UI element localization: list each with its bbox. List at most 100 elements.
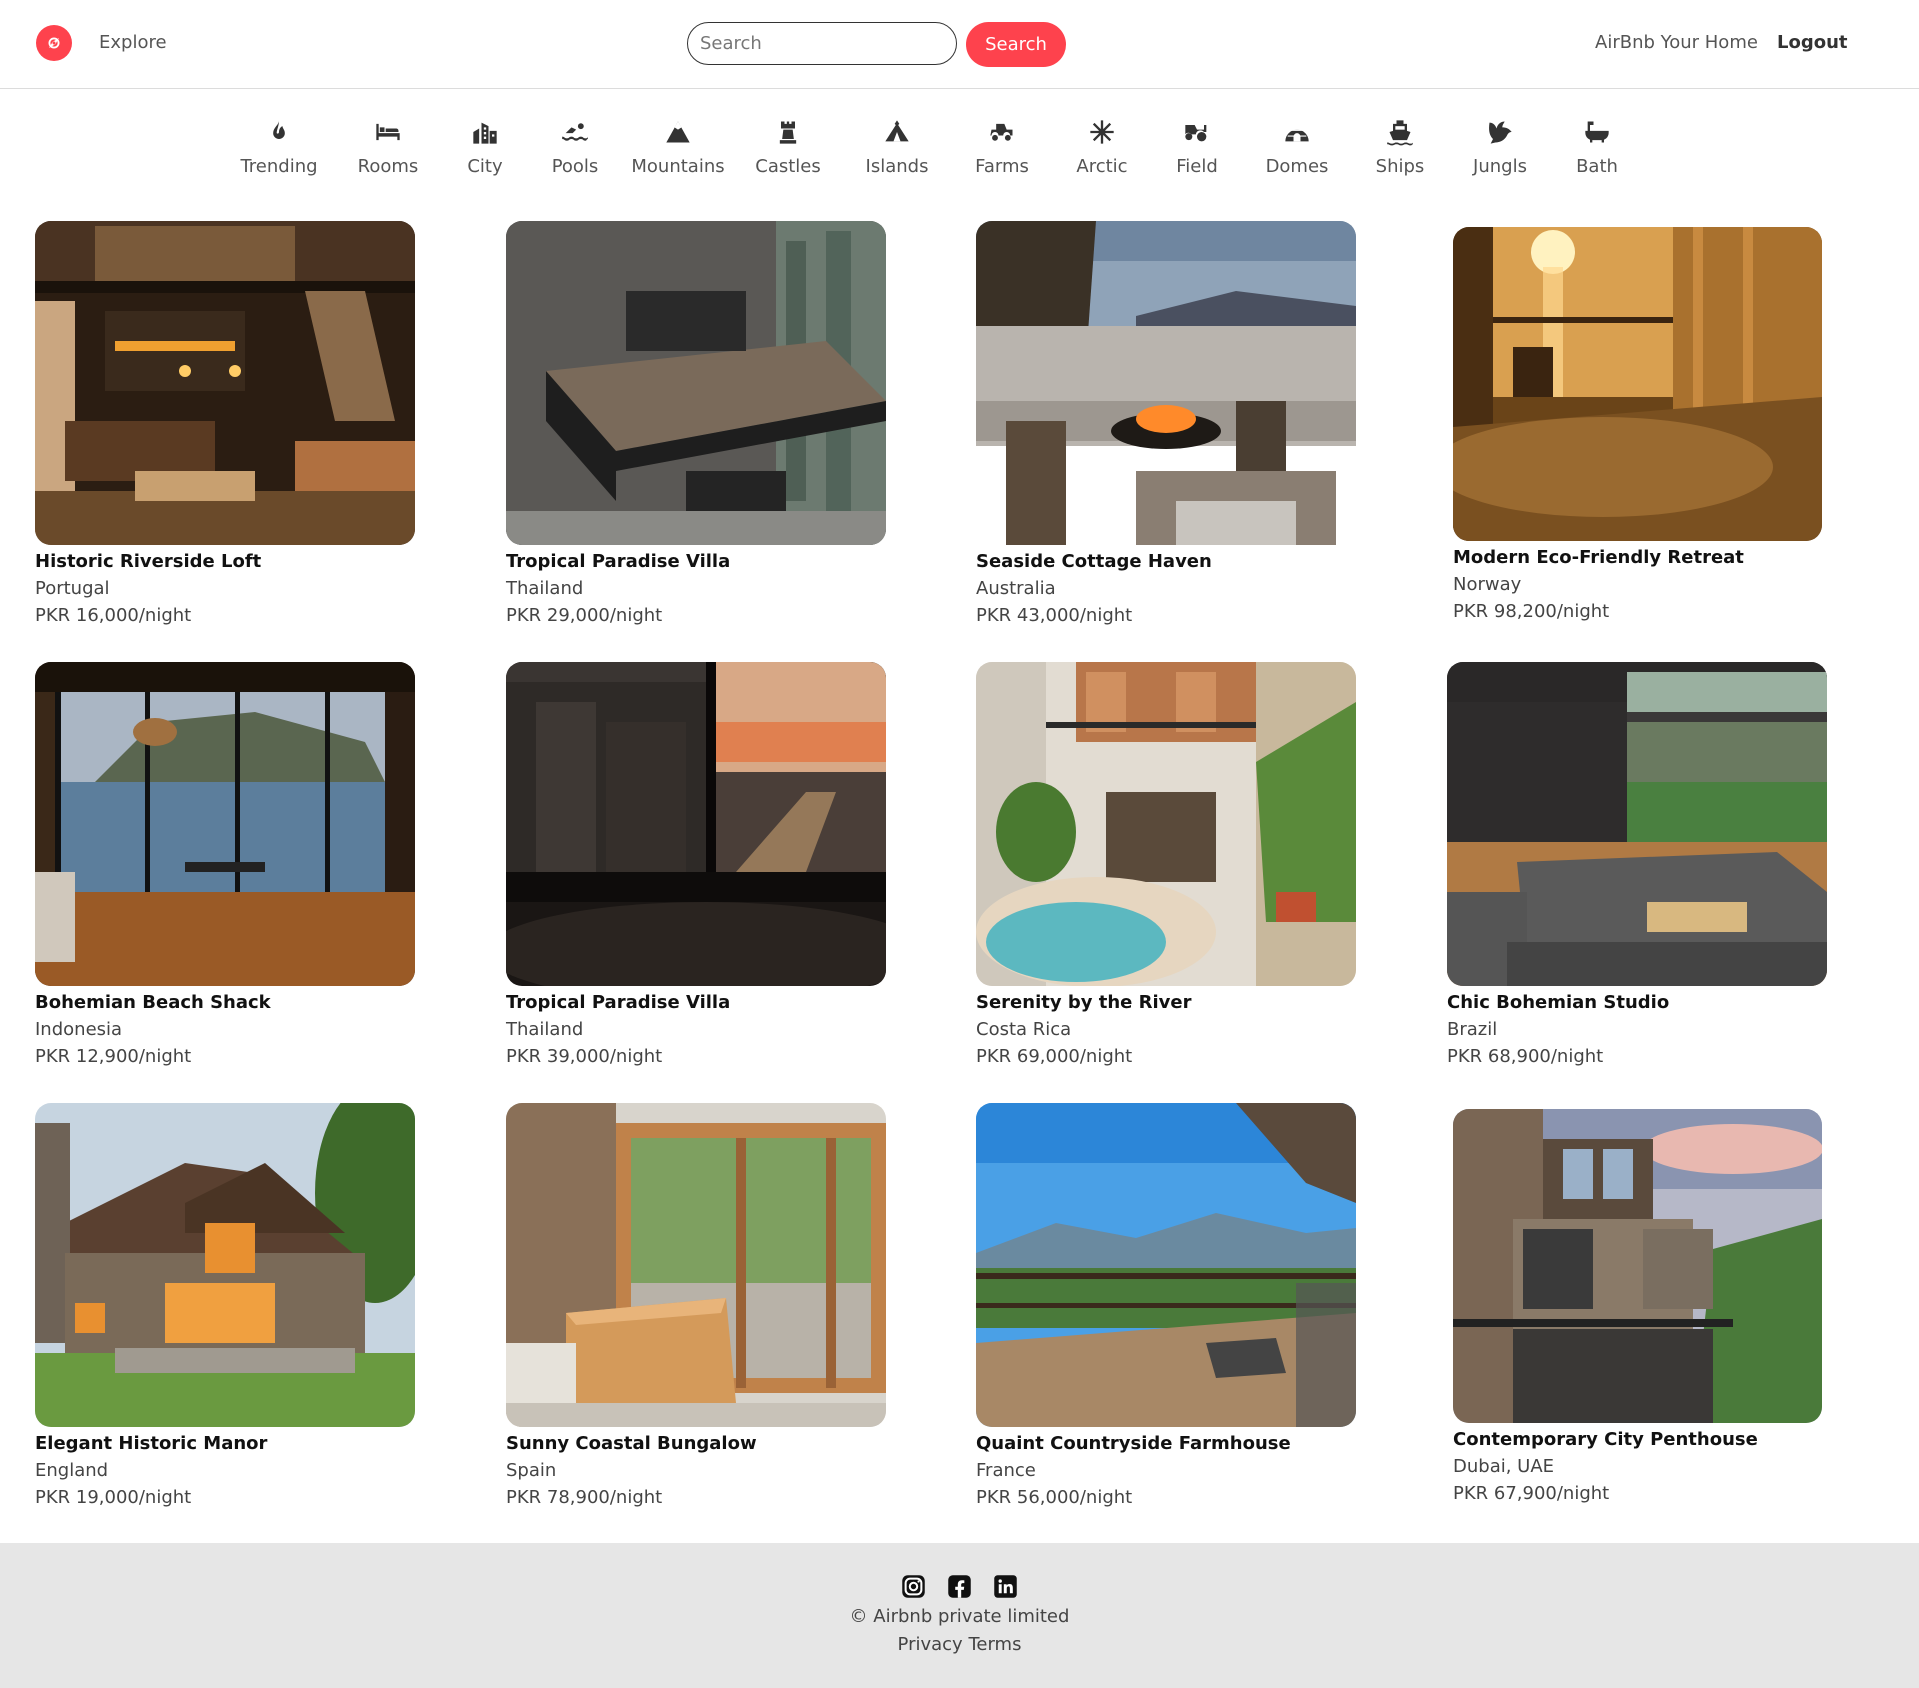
igloo-icon xyxy=(1285,129,1309,142)
compass-icon[interactable] xyxy=(36,25,72,61)
filter-ships[interactable]: Ships xyxy=(1345,118,1455,177)
logout-link[interactable]: Logout xyxy=(1777,32,1848,53)
listing-image xyxy=(976,1103,1356,1427)
listing-card[interactable]: Tropical Paradise Villa Thailand PKR 29,… xyxy=(506,221,886,626)
listing-card[interactable]: Bohemian Beach Shack Indonesia PKR 12,90… xyxy=(35,662,415,1067)
tent-icon xyxy=(885,120,909,142)
tractor-field-icon xyxy=(1185,125,1207,142)
filter-label: Ships xyxy=(1375,156,1425,177)
listing-title: Seaside Cottage Haven xyxy=(976,551,1212,572)
listing-location: Thailand xyxy=(506,1019,584,1040)
legal-links: Privacy Terms xyxy=(0,1634,1919,1655)
filter-arctic[interactable]: Arctic xyxy=(1047,118,1157,177)
listing-card[interactable]: Contemporary City Penthouse Dubai, UAE P… xyxy=(1453,1109,1822,1504)
filter-mountains[interactable]: Mountains xyxy=(623,118,733,177)
listing-price: PKR 69,000/night xyxy=(976,1046,1133,1067)
search-button[interactable]: Search xyxy=(966,22,1066,67)
mountain-icon xyxy=(666,121,690,143)
tractor-icon xyxy=(990,123,1013,141)
listing-title: Sunny Coastal Bungalow xyxy=(506,1433,757,1454)
listing-price: PKR 68,900/night xyxy=(1447,1046,1604,1067)
listing-image xyxy=(1453,1109,1822,1423)
listing-card[interactable]: Seaside Cottage Haven Australia PKR 43,0… xyxy=(976,221,1356,626)
navbar: Explore Search AirBnb Your Home Logout xyxy=(0,0,1919,89)
chess-rook-icon xyxy=(779,121,797,144)
listing-image xyxy=(506,662,886,986)
listing-price: PKR 39,000/night xyxy=(506,1046,663,1067)
listing-image xyxy=(506,221,886,545)
listing-price: PKR 29,000/night xyxy=(506,605,663,626)
instagram-icon[interactable] xyxy=(900,1573,927,1600)
listing-title: Tropical Paradise Villa xyxy=(506,992,731,1013)
terms-link[interactable]: Terms xyxy=(968,1634,1021,1655)
swimmer-icon xyxy=(562,123,588,141)
privacy-link[interactable]: Privacy xyxy=(898,1634,963,1655)
filter-jungls[interactable]: Jungls xyxy=(1445,118,1555,177)
listing-price: PKR 67,900/night xyxy=(1453,1483,1610,1504)
listing-title: Elegant Historic Manor xyxy=(35,1433,268,1454)
listing-title: Serenity by the River xyxy=(976,992,1192,1013)
listing-location: Portugal xyxy=(35,578,110,599)
filter-domes[interactable]: Domes xyxy=(1242,118,1352,177)
listing-title: Modern Eco-Friendly Retreat xyxy=(1453,547,1744,568)
filter-label: Field xyxy=(1176,156,1218,177)
listing-price: PKR 12,900/night xyxy=(35,1046,192,1067)
filter-label: Mountains xyxy=(631,156,725,177)
listing-image xyxy=(1447,662,1827,986)
city-icon xyxy=(473,122,497,144)
listing-image xyxy=(35,662,415,986)
fire-icon xyxy=(273,120,285,139)
filter-bath[interactable]: Bath xyxy=(1542,118,1652,177)
filter-rooms[interactable]: Rooms xyxy=(333,118,443,177)
filter-pools[interactable]: Pools xyxy=(520,118,630,177)
dove-icon xyxy=(1489,121,1512,144)
listing-location: Thailand xyxy=(506,578,584,599)
listing-location: Spain xyxy=(506,1460,557,1481)
search-input[interactable] xyxy=(687,22,957,65)
listing-card[interactable]: Tropical Paradise Villa Thailand PKR 39,… xyxy=(506,662,886,1067)
filter-label: Trending xyxy=(240,156,318,177)
filter-field[interactable]: Field xyxy=(1142,118,1252,177)
listing-image xyxy=(506,1103,886,1427)
listing-price: PKR 56,000/night xyxy=(976,1487,1133,1508)
listing-location: Dubai, UAE xyxy=(1453,1456,1555,1477)
linkedin-icon[interactable] xyxy=(992,1573,1019,1600)
listing-title: Bohemian Beach Shack xyxy=(35,992,271,1013)
listing-title: Tropical Paradise Villa xyxy=(506,551,731,572)
filter-castles[interactable]: Castles xyxy=(733,118,843,177)
listing-location: Costa Rica xyxy=(976,1019,1072,1040)
bed-icon xyxy=(376,123,400,141)
listing-card[interactable]: Modern Eco-Friendly Retreat Norway PKR 9… xyxy=(1453,227,1822,622)
listing-card[interactable]: Serenity by the River Costa Rica PKR 69,… xyxy=(976,662,1356,1067)
listing-card[interactable]: Historic Riverside Loft Portugal PKR 16,… xyxy=(35,221,415,626)
airbnb-your-home-link[interactable]: AirBnb Your Home xyxy=(1595,32,1758,53)
listing-location: France xyxy=(976,1460,1036,1481)
explore-link[interactable]: Explore xyxy=(99,32,167,53)
listing-price: PKR 43,000/night xyxy=(976,605,1133,626)
listing-image xyxy=(35,1103,415,1427)
listing-card[interactable]: Quaint Countryside Farmhouse France PKR … xyxy=(976,1103,1356,1508)
listing-location: Indonesia xyxy=(35,1019,123,1040)
social-links xyxy=(0,1573,1919,1600)
filter-label: Arctic xyxy=(1076,156,1128,177)
listing-title: Contemporary City Penthouse xyxy=(1453,1429,1758,1450)
listing-image xyxy=(976,662,1356,986)
listing-card[interactable]: Sunny Coastal Bungalow Spain PKR 78,900/… xyxy=(506,1103,886,1508)
listing-location: Norway xyxy=(1453,574,1522,595)
listing-card[interactable]: Elegant Historic Manor England PKR 19,00… xyxy=(35,1103,415,1508)
filter-farms[interactable]: Farms xyxy=(947,118,1057,177)
listing-title: Quaint Countryside Farmhouse xyxy=(976,1433,1291,1454)
footer: © Airbnb private limited Privacy Terms xyxy=(0,1543,1919,1688)
listing-image xyxy=(1453,227,1822,541)
filter-trending[interactable]: Trending xyxy=(224,118,334,177)
facebook-icon[interactable] xyxy=(946,1573,973,1600)
listing-price: PKR 16,000/night xyxy=(35,605,192,626)
filter-label: Pools xyxy=(551,156,599,177)
listing-location: Australia xyxy=(976,578,1056,599)
listing-price: PKR 98,200/night xyxy=(1453,601,1610,622)
filter-label: Farms xyxy=(975,156,1029,177)
snowflake-icon xyxy=(1090,120,1114,144)
listing-card[interactable]: Chic Bohemian Studio Brazil PKR 68,900/n… xyxy=(1447,662,1827,1067)
filter-islands[interactable]: Islands xyxy=(842,118,952,177)
filter-label: Domes xyxy=(1265,156,1329,177)
